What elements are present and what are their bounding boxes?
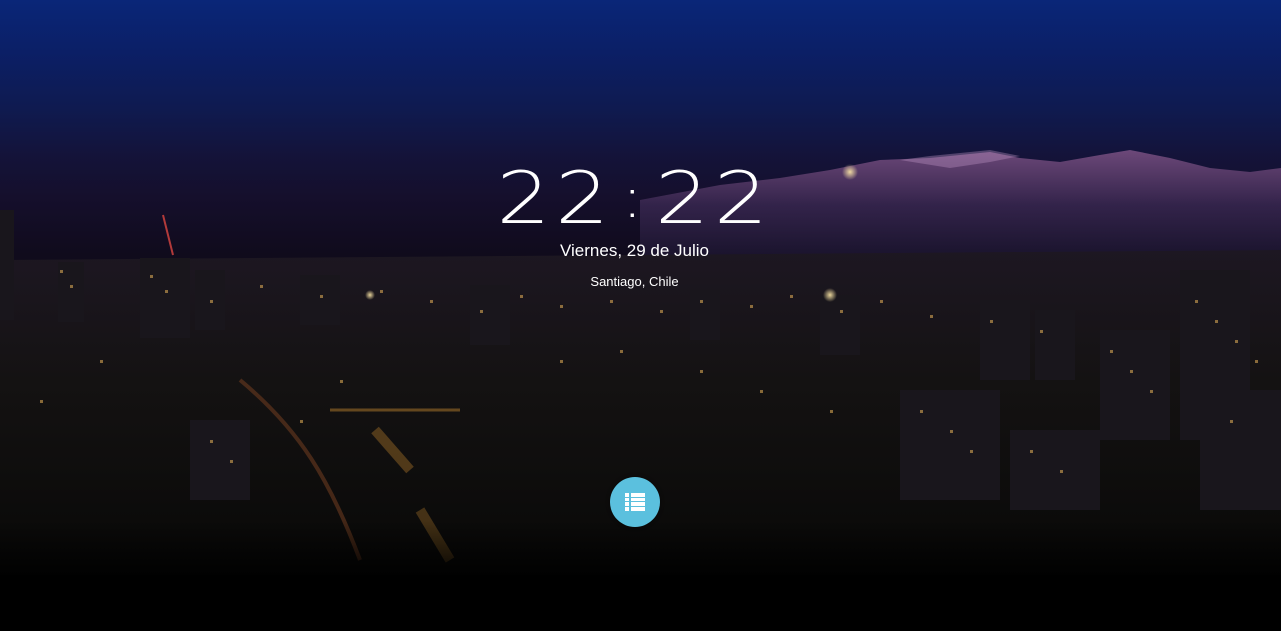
list-icon	[625, 493, 645, 511]
bottom-band	[0, 575, 1281, 631]
menu-button[interactable]	[610, 477, 660, 527]
location-label: Santiago, Chile	[590, 274, 679, 289]
clock-time: 22:22	[0, 158, 1281, 239]
clock-screen: 22:22 Viernes, 29 de Julio Santiago, Chi…	[0, 0, 1281, 631]
date-label: Viernes, 29 de Julio	[559, 241, 709, 260]
clock-hours: 22	[496, 156, 615, 240]
clock-separator: :	[621, 166, 649, 231]
clock-minutes: 22	[655, 156, 773, 240]
bottom-fade	[0, 520, 1281, 580]
